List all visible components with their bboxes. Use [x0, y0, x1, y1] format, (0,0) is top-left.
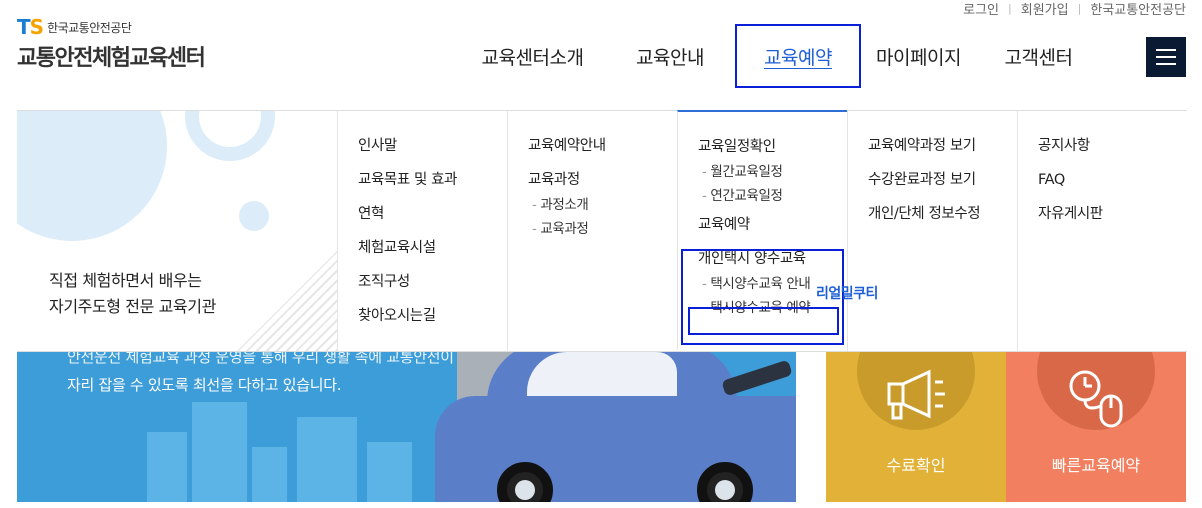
menu-col-customer-center: 공지사항 FAQ 자유게시판 [1017, 111, 1187, 351]
clock-mouse-icon [1069, 370, 1123, 428]
decor-ring [185, 111, 275, 161]
decor-stripes [217, 241, 337, 351]
decor-dot [239, 201, 269, 231]
hamburger-line [1156, 56, 1176, 58]
completion-check-label: 수료확인 [886, 456, 946, 475]
site-logo[interactable]: TS 한국교통안전공단 교통안전체험교육센터 [17, 15, 206, 72]
intro-line1: 직접 체험하면서 배우는 [49, 271, 202, 290]
hamburger-line [1156, 49, 1176, 51]
menu-reservation-guide[interactable]: 교육예약안내 [528, 137, 677, 155]
nav-mypage[interactable]: 마이페이지 [861, 24, 976, 88]
menu-col-mypage: 교육예약과정 보기 수강완료과정 보기 개인/단체 정보수정 [847, 111, 1017, 351]
menu-edu-reservation[interactable]: 교육예약 [698, 216, 847, 234]
nav-edu-guide[interactable]: 교육안내 [605, 24, 735, 88]
login-link[interactable]: 로그인 [963, 0, 999, 18]
building-shape [367, 442, 412, 502]
util-separator: | [1077, 1, 1082, 15]
quick-reservation-button[interactable]: 빠른교육예약 [1006, 312, 1186, 502]
nav-label: 고객센터 [1004, 46, 1073, 69]
logo-org-name: 한국교통안전공단 [47, 20, 132, 35]
menu-organization[interactable]: 조직구성 [358, 273, 507, 291]
completion-check-button[interactable]: 수료확인 [826, 312, 1006, 502]
hamburger-line [1156, 63, 1176, 65]
building-shape [192, 402, 247, 502]
menu-col-edu-reservation: 교육일정확인 월간교육일정 연간교육일정 교육예약 개인택시 양수교육 택시양수… [677, 110, 847, 350]
nav-label: 교육안내 [636, 46, 704, 69]
nav-customer-center[interactable]: 고객센터 [976, 24, 1101, 88]
ts-logo-mark: TS [17, 15, 44, 39]
site-title: 교통안전체험교육센터 [17, 46, 206, 71]
menu-directions[interactable]: 찾아오시는길 [358, 307, 507, 325]
building-shape [252, 447, 287, 502]
menu-edit-info[interactable]: 개인/단체 정보수정 [868, 205, 1017, 223]
menu-facilities[interactable]: 체험교육시설 [358, 239, 507, 257]
driver-arm [721, 359, 793, 397]
nav-center-intro[interactable]: 교육센터소개 [460, 24, 605, 88]
logo-top-row: TS 한국교통안전공단 [17, 15, 204, 39]
menu-goals[interactable]: 교육목표 및 효과 [358, 171, 507, 189]
util-separator: | [1008, 1, 1012, 15]
submenu-course-list[interactable]: 교육과정 [532, 221, 677, 237]
menu-reserved-courses[interactable]: 교육예약과정 보기 [868, 137, 1017, 155]
menu-free-board[interactable]: 자유게시판 [1038, 205, 1187, 223]
menu-history[interactable]: 연혁 [358, 205, 507, 223]
hamburger-menu-button[interactable] [1146, 37, 1186, 77]
megaphone-icon [887, 369, 945, 420]
menu-faq[interactable]: FAQ [1038, 171, 1187, 189]
submenu-monthly-schedule[interactable]: 월간교육일정 [702, 164, 847, 180]
main-nav: 교육센터소개 교육안내 교육예약 마이페이지 고객센터 [460, 24, 1101, 88]
menu-col-edu-guide: 교육예약안내 교육과정 과정소개 교육과정 [507, 111, 677, 351]
utility-bar: 로그인 | 회원가입 | 한국교통안전공단 [963, 0, 1186, 18]
submenu-yearly-schedule[interactable]: 연간교육일정 [702, 188, 847, 204]
menu-col-center-intro: 인사말 교육목표 및 효과 연혁 체험교육시설 조직구성 찾아오시는길 [337, 111, 507, 351]
hero-banner: 안전운전 체험교육 과정 운영을 통해 우리 생활 속에 교통안전이 자리 잡을… [17, 352, 796, 502]
annotation-label: 리얼밀쿠티 [816, 286, 878, 302]
intro-line2: 자기주도형 전문 교육기관 [49, 297, 216, 316]
nav-label: 교육센터소개 [481, 46, 584, 69]
submenu-course-intro[interactable]: 과정소개 [532, 197, 677, 213]
hero-text-line1: 안전운전 체험교육 과정 운영을 통해 우리 생활 속에 교통안전이 [67, 352, 454, 366]
kotsa-link[interactable]: 한국교통안전공단 [1090, 0, 1186, 18]
mega-menu-intro: 직접 체험하면서 배우는 자기주도형 전문 교육기관 [17, 111, 337, 351]
mega-menu: 직접 체험하면서 배우는 자기주도형 전문 교육기관 인사말 교육목표 및 효과… [17, 110, 1187, 352]
menu-courses[interactable]: 교육과정 [528, 171, 677, 189]
building-shape [297, 417, 357, 502]
building-shape [147, 432, 187, 502]
menu-taxi-transfer-edu[interactable]: 개인택시 양수교육 [698, 250, 847, 268]
quick-reservation-label: 빠른교육예약 [1051, 456, 1141, 475]
logo-s: S [29, 15, 44, 39]
hero-text-line2: 자리 잡을 수 있도록 최선을 다하고 있습니다. [67, 376, 342, 394]
decor-circle [17, 111, 167, 241]
menu-completed-courses[interactable]: 수강완료과정 보기 [868, 171, 1017, 189]
nav-label: 교육예약 [764, 46, 832, 69]
signup-link[interactable]: 회원가입 [1021, 0, 1069, 18]
menu-greeting[interactable]: 인사말 [358, 137, 507, 155]
nav-edu-reservation[interactable]: 교육예약 [735, 24, 861, 88]
nav-label: 마이페이지 [876, 46, 961, 69]
logo-t: T [17, 15, 31, 39]
menu-notice[interactable]: 공지사항 [1038, 137, 1187, 155]
menu-schedule-check[interactable]: 교육일정확인 [698, 138, 847, 156]
